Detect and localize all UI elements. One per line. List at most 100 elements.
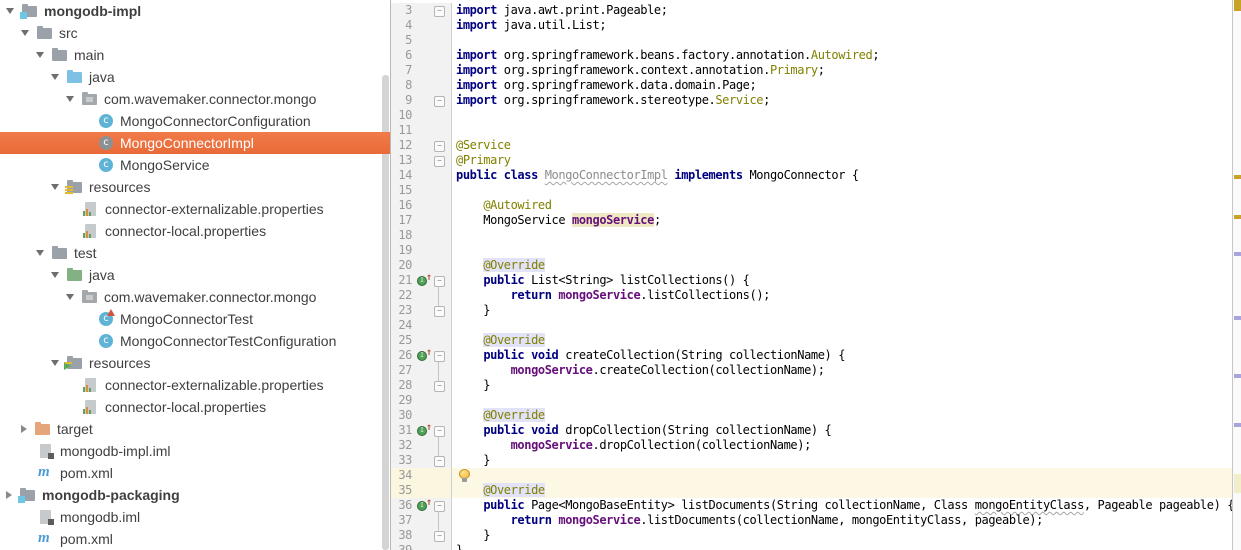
- tree-item-mongodb-iml[interactable]: mongodb.iml: [0, 506, 390, 528]
- tree-item-mongodb-impl[interactable]: mongodb-impl: [0, 0, 390, 22]
- chevron-expanded-icon[interactable]: [51, 184, 59, 190]
- fold-collapse-icon[interactable]: −: [434, 501, 445, 512]
- tree-item-test[interactable]: test: [0, 242, 390, 264]
- chevron-collapsed-icon[interactable]: [6, 491, 12, 499]
- implements-method-gutter-icon[interactable]: I↑: [417, 501, 431, 511]
- stripe-mark-caret-line[interactable]: [1234, 474, 1241, 493]
- tree-item-mongodb-packaging[interactable]: mongodb-packaging: [0, 484, 390, 506]
- tree-item-com-wavemaker-connector-mongo[interactable]: com.wavemaker.connector.mongo: [0, 286, 390, 308]
- chevron-expanded-icon[interactable]: [51, 74, 59, 80]
- fold-collapse-icon[interactable]: −: [434, 426, 445, 437]
- fold-end-icon[interactable]: −: [434, 381, 445, 392]
- tree-item-resources[interactable]: resources: [0, 352, 390, 374]
- tree-item-src[interactable]: src: [0, 22, 390, 44]
- code-line-29[interactable]: 29: [391, 393, 1241, 408]
- code-line-9[interactable]: 9−import org.springframework.stereotype.…: [391, 93, 1241, 108]
- chevron-expanded-icon[interactable]: [36, 52, 44, 58]
- code-line-27[interactable]: 27 mongoService.createCollection(collect…: [391, 363, 1241, 378]
- tree-item-connector-externalizable-properties[interactable]: connector-externalizable.properties: [0, 374, 390, 396]
- stripe-mark-warning[interactable]: [1234, 0, 1241, 11]
- chevron-expanded-icon[interactable]: [36, 250, 44, 256]
- implements-method-gutter-icon[interactable]: I↑: [417, 351, 431, 361]
- code-line-28[interactable]: 28− }: [391, 378, 1241, 393]
- code-line-21[interactable]: 21I↑− public List<String> listCollection…: [391, 273, 1241, 288]
- tree-item-target[interactable]: target: [0, 418, 390, 440]
- tree-item-com-wavemaker-connector-mongo[interactable]: com.wavemaker.connector.mongo: [0, 88, 390, 110]
- code-line-32[interactable]: 32 mongoService.dropCollection(collectio…: [391, 438, 1241, 453]
- code-line-31[interactable]: 31I↑− public void dropCollection(String …: [391, 423, 1241, 438]
- code-line-35[interactable]: 35 @Override: [391, 483, 1241, 498]
- fold-end-icon[interactable]: −: [434, 156, 445, 167]
- stripe-mark-warning[interactable]: [1234, 175, 1241, 179]
- code-line-14[interactable]: 14public class MongoConnectorImpl implem…: [391, 168, 1241, 183]
- code-line-30[interactable]: 30 @Override: [391, 408, 1241, 423]
- stripe-mark-info[interactable]: [1234, 374, 1241, 378]
- tree-item-java[interactable]: java: [0, 264, 390, 286]
- code-line-34[interactable]: 34: [391, 468, 1241, 483]
- code-line-4[interactable]: 4import java.util.List;: [391, 18, 1241, 33]
- fold-end-icon[interactable]: −: [434, 456, 445, 467]
- code-line-7[interactable]: 7import org.springframework.context.anno…: [391, 63, 1241, 78]
- code-line-8[interactable]: 8import org.springframework.data.domain.…: [391, 78, 1241, 93]
- code-line-12[interactable]: 12−@Service: [391, 138, 1241, 153]
- fold-end-icon[interactable]: −: [434, 96, 445, 107]
- chevron-expanded-icon[interactable]: [6, 8, 14, 14]
- chevron-expanded-icon[interactable]: [51, 272, 59, 278]
- chevron-expanded-icon[interactable]: [66, 96, 74, 102]
- code-line-11[interactable]: 11: [391, 123, 1241, 138]
- code-line-25[interactable]: 25 @Override: [391, 333, 1241, 348]
- fold-collapse-icon[interactable]: −: [434, 6, 445, 17]
- code-line-3[interactable]: 3−import java.awt.print.Pageable;: [391, 3, 1241, 18]
- code-line-26[interactable]: 26I↑− public void createCollection(Strin…: [391, 348, 1241, 363]
- tree-item-java[interactable]: java: [0, 66, 390, 88]
- chevron-expanded-icon[interactable]: [66, 294, 74, 300]
- fold-collapse-icon[interactable]: −: [434, 141, 445, 152]
- tree-item-connector-externalizable-properties[interactable]: connector-externalizable.properties: [0, 198, 390, 220]
- tree-item-mongoconnectortest[interactable]: cMongoConnectorTest: [0, 308, 390, 330]
- code-line-39[interactable]: 39}: [391, 543, 1241, 550]
- implements-method-gutter-icon[interactable]: I↑: [417, 276, 431, 286]
- code-line-15[interactable]: 15: [391, 183, 1241, 198]
- code-line-36[interactable]: 36I↑− public Page<MongoBaseEntity> listD…: [391, 498, 1241, 513]
- code-line-13[interactable]: 13−@Primary: [391, 153, 1241, 168]
- code-line-37[interactable]: 37 return mongoService.listDocuments(col…: [391, 513, 1241, 528]
- tree-item-mongoconnectortestconfiguration[interactable]: cMongoConnectorTestConfiguration: [0, 330, 390, 352]
- stripe-mark-info[interactable]: [1234, 252, 1241, 256]
- code-line-17[interactable]: 17 MongoService mongoService;: [391, 213, 1241, 228]
- code-line-38[interactable]: 38− }: [391, 528, 1241, 543]
- stripe-mark-warning[interactable]: [1234, 215, 1241, 219]
- tree-item-resources[interactable]: resources: [0, 176, 390, 198]
- chevron-collapsed-icon[interactable]: [21, 425, 27, 433]
- fold-collapse-icon[interactable]: −: [434, 276, 445, 287]
- code-line-23[interactable]: 23− }: [391, 303, 1241, 318]
- code-line-33[interactable]: 33− }: [391, 453, 1241, 468]
- code-line-5[interactable]: 5: [391, 33, 1241, 48]
- code-line-22[interactable]: 22 return mongoService.listCollections()…: [391, 288, 1241, 303]
- tree-item-mongodb-impl-iml[interactable]: mongodb-impl.iml: [0, 440, 390, 462]
- tree-item-main[interactable]: main: [0, 44, 390, 66]
- tree-item-mongoconnectorimpl[interactable]: cMongoConnectorImpl: [0, 132, 390, 154]
- code-line-10[interactable]: 10: [391, 108, 1241, 123]
- tree-item-pom-xml[interactable]: mpom.xml: [0, 462, 390, 484]
- chevron-expanded-icon[interactable]: [21, 30, 29, 36]
- code-editor[interactable]: 3−import java.awt.print.Pageable;4import…: [390, 0, 1241, 550]
- fold-end-icon[interactable]: −: [434, 531, 445, 542]
- tree-item-mongoservice[interactable]: cMongoService: [0, 154, 390, 176]
- code-line-19[interactable]: 19: [391, 243, 1241, 258]
- code-line-18[interactable]: 18: [391, 228, 1241, 243]
- tree-item-mongoconnectorconfiguration[interactable]: cMongoConnectorConfiguration: [0, 110, 390, 132]
- intention-bulb-icon[interactable]: [459, 469, 470, 483]
- tree-item-connector-local-properties[interactable]: connector-local.properties: [0, 396, 390, 418]
- implements-method-gutter-icon[interactable]: I↑: [417, 426, 431, 436]
- chevron-expanded-icon[interactable]: [51, 360, 59, 366]
- code-line-24[interactable]: 24: [391, 318, 1241, 333]
- stripe-mark-info[interactable]: [1234, 316, 1241, 320]
- fold-end-icon[interactable]: −: [434, 306, 445, 317]
- code-line-20[interactable]: 20 @Override: [391, 258, 1241, 273]
- code-line-16[interactable]: 16 @Autowired: [391, 198, 1241, 213]
- code-line-6[interactable]: 6import org.springframework.beans.factor…: [391, 48, 1241, 63]
- tree-item-connector-local-properties[interactable]: connector-local.properties: [0, 220, 390, 242]
- fold-collapse-icon[interactable]: −: [434, 351, 445, 362]
- stripe-mark-info[interactable]: [1234, 423, 1241, 427]
- tree-item-pom-xml[interactable]: mpom.xml: [0, 528, 390, 550]
